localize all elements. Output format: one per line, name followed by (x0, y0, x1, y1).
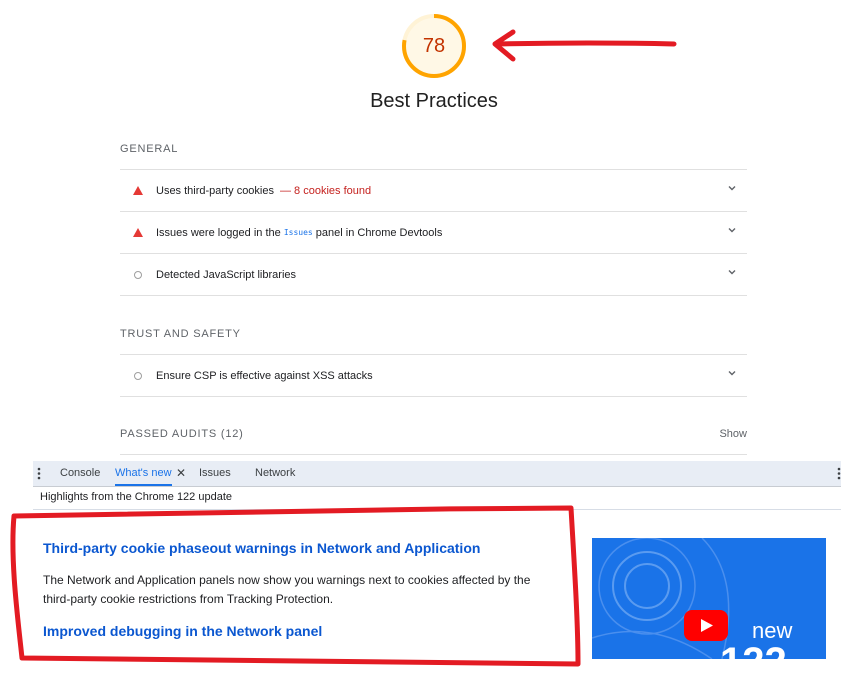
category-title: Best Practices (370, 90, 498, 112)
score-value: 78 (422, 35, 446, 57)
audit-title: Ensure CSP is effective against XSS atta… (156, 369, 373, 382)
warning-triangle-icon (132, 228, 144, 237)
whats-new-subtitle: Highlights from the Chrome 122 update (40, 491, 232, 503)
devtools-drawer-tabbar: Console What's new ✕ Issues Network (33, 461, 841, 487)
passed-audits-row: PASSED AUDITS (12) Show (120, 428, 747, 455)
audit-title: Uses third-party cookies (156, 184, 274, 197)
passed-audits-title: PASSED AUDITS (12) (120, 428, 244, 440)
audit-list-general: Uses third-party cookies — 8 cookies fou… (120, 169, 747, 296)
tab-whats-new[interactable]: What's new (115, 461, 172, 486)
chevron-down-icon[interactable] (727, 267, 737, 277)
group-title-general: GENERAL (120, 143, 179, 155)
audit-third-party-cookies[interactable]: Uses third-party cookies — 8 cookies fou… (120, 169, 747, 211)
group-title-trust-safety: TRUST AND SAFETY (120, 328, 241, 340)
audit-list-trust-safety: Ensure CSP is effective against XSS atta… (120, 354, 747, 397)
audit-issues-logged[interactable]: Issues were logged in the Issues panel i… (120, 211, 747, 253)
info-circle-icon (132, 270, 144, 279)
audit-title-part2: panel in Chrome Devtools (315, 226, 443, 239)
close-tab-icon[interactable]: ✕ (176, 461, 186, 486)
tab-issues[interactable]: Issues (199, 461, 231, 486)
chevron-down-icon[interactable] (727, 183, 737, 193)
video-thumbnail[interactable]: new 122 (592, 538, 826, 659)
tab-network[interactable]: Network (255, 461, 295, 486)
news-heading-cookie-warnings[interactable]: Third-party cookie phaseout warnings in … (43, 540, 480, 556)
warning-triangle-icon (132, 186, 144, 195)
chevron-down-icon[interactable] (727, 225, 737, 235)
audit-title-part1: Issues were logged in the (156, 226, 281, 239)
issues-code: Issues (283, 228, 313, 237)
audit-csp-xss[interactable]: Ensure CSP is effective against XSS atta… (120, 354, 747, 397)
chevron-down-icon[interactable] (727, 368, 737, 378)
audit-js-libraries[interactable]: Detected JavaScript libraries (120, 253, 747, 296)
divider (33, 509, 841, 510)
show-passed-button[interactable]: Show (719, 428, 747, 440)
more-vert-icon[interactable] (37, 467, 41, 480)
info-circle-icon (132, 371, 144, 380)
annotation-arrow (492, 29, 677, 62)
tab-console[interactable]: Console (60, 461, 100, 486)
news-body-cookie-warnings: The Network and Application panels now s… (43, 573, 531, 606)
audit-display-value: — 8 cookies found (280, 184, 372, 197)
youtube-play-icon[interactable] (684, 610, 728, 641)
thumbnail-version: 122 (720, 642, 787, 659)
more-vert-icon[interactable] (837, 467, 841, 480)
audit-title: Detected JavaScript libraries (156, 268, 297, 281)
news-heading-network-debugging[interactable]: Improved debugging in the Network panel (43, 623, 322, 639)
